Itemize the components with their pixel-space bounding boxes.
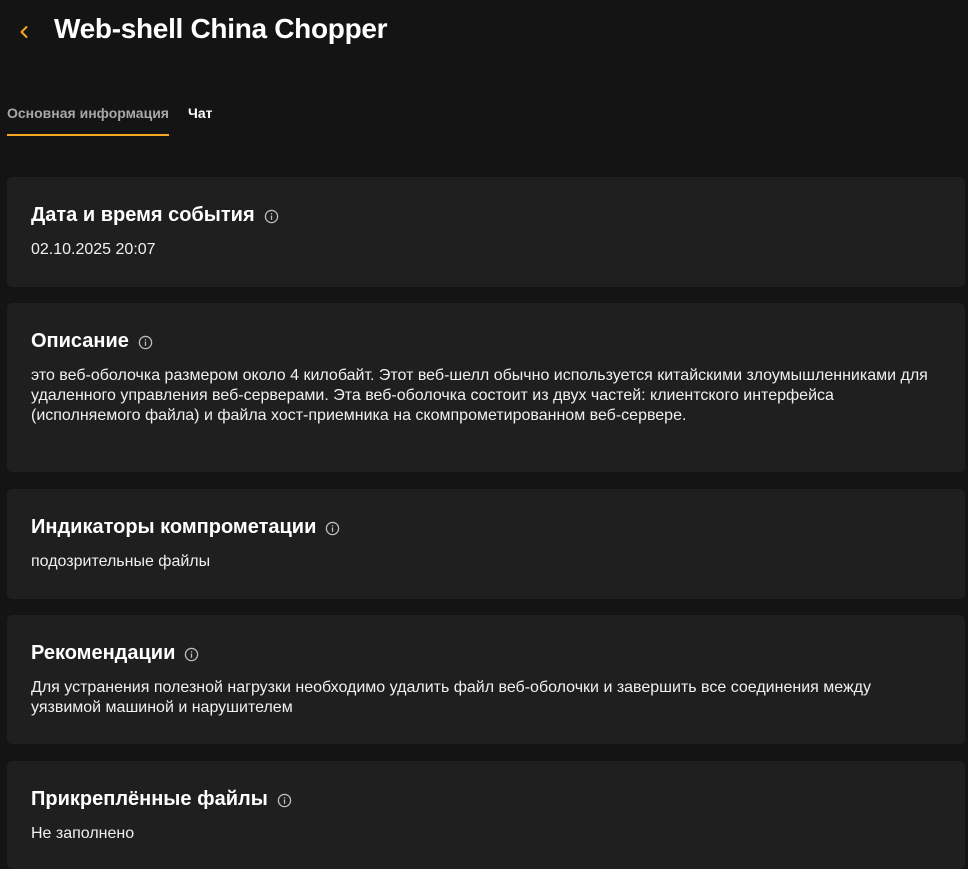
page-header: Web-shell China Chopper: [0, 0, 968, 64]
section-title: Рекомендации: [31, 641, 176, 664]
info-icon[interactable]: [183, 646, 200, 663]
description-text: это веб-оболочка размером около 4 килоба…: [31, 367, 928, 424]
page-title: Web-shell China Chopper: [54, 13, 388, 44]
tab-bar: Основная информация Чат: [7, 96, 212, 138]
event-datetime-value: 02.10.2025 20:07: [31, 241, 156, 258]
event-datetime-card: Дата и время события 02.10.2025 20:07: [7, 177, 965, 287]
back-button[interactable]: [14, 18, 34, 46]
chevron-left-icon: [20, 26, 28, 38]
description-card: Описание это веб-оболочка размером около…: [7, 303, 965, 472]
info-icon[interactable]: [276, 792, 293, 809]
info-icon[interactable]: [263, 208, 280, 225]
info-icon[interactable]: [324, 520, 341, 537]
section-title: Дата и время события: [31, 203, 255, 226]
recommendations-card: Рекомендации Для устранения полезной наг…: [7, 615, 965, 744]
tab-main-info[interactable]: Основная информация: [7, 96, 169, 137]
section-title: Индикаторы компрометации: [31, 515, 317, 538]
section-title: Описание: [31, 329, 129, 352]
recommendations-text: Для устранения полезной нагрузки необход…: [31, 679, 871, 716]
section-title: Прикреплённые файлы: [31, 787, 268, 810]
indicators-card: Индикаторы компрометации подозрительные …: [7, 489, 965, 599]
attachments-card: Прикреплённые файлы Не заполнено: [7, 761, 965, 869]
attachments-value: Не заполнено: [31, 825, 135, 842]
info-icon[interactable]: [137, 334, 154, 351]
indicators-text: подозрительные файлы: [31, 553, 211, 570]
tab-chat[interactable]: Чат: [188, 96, 212, 137]
